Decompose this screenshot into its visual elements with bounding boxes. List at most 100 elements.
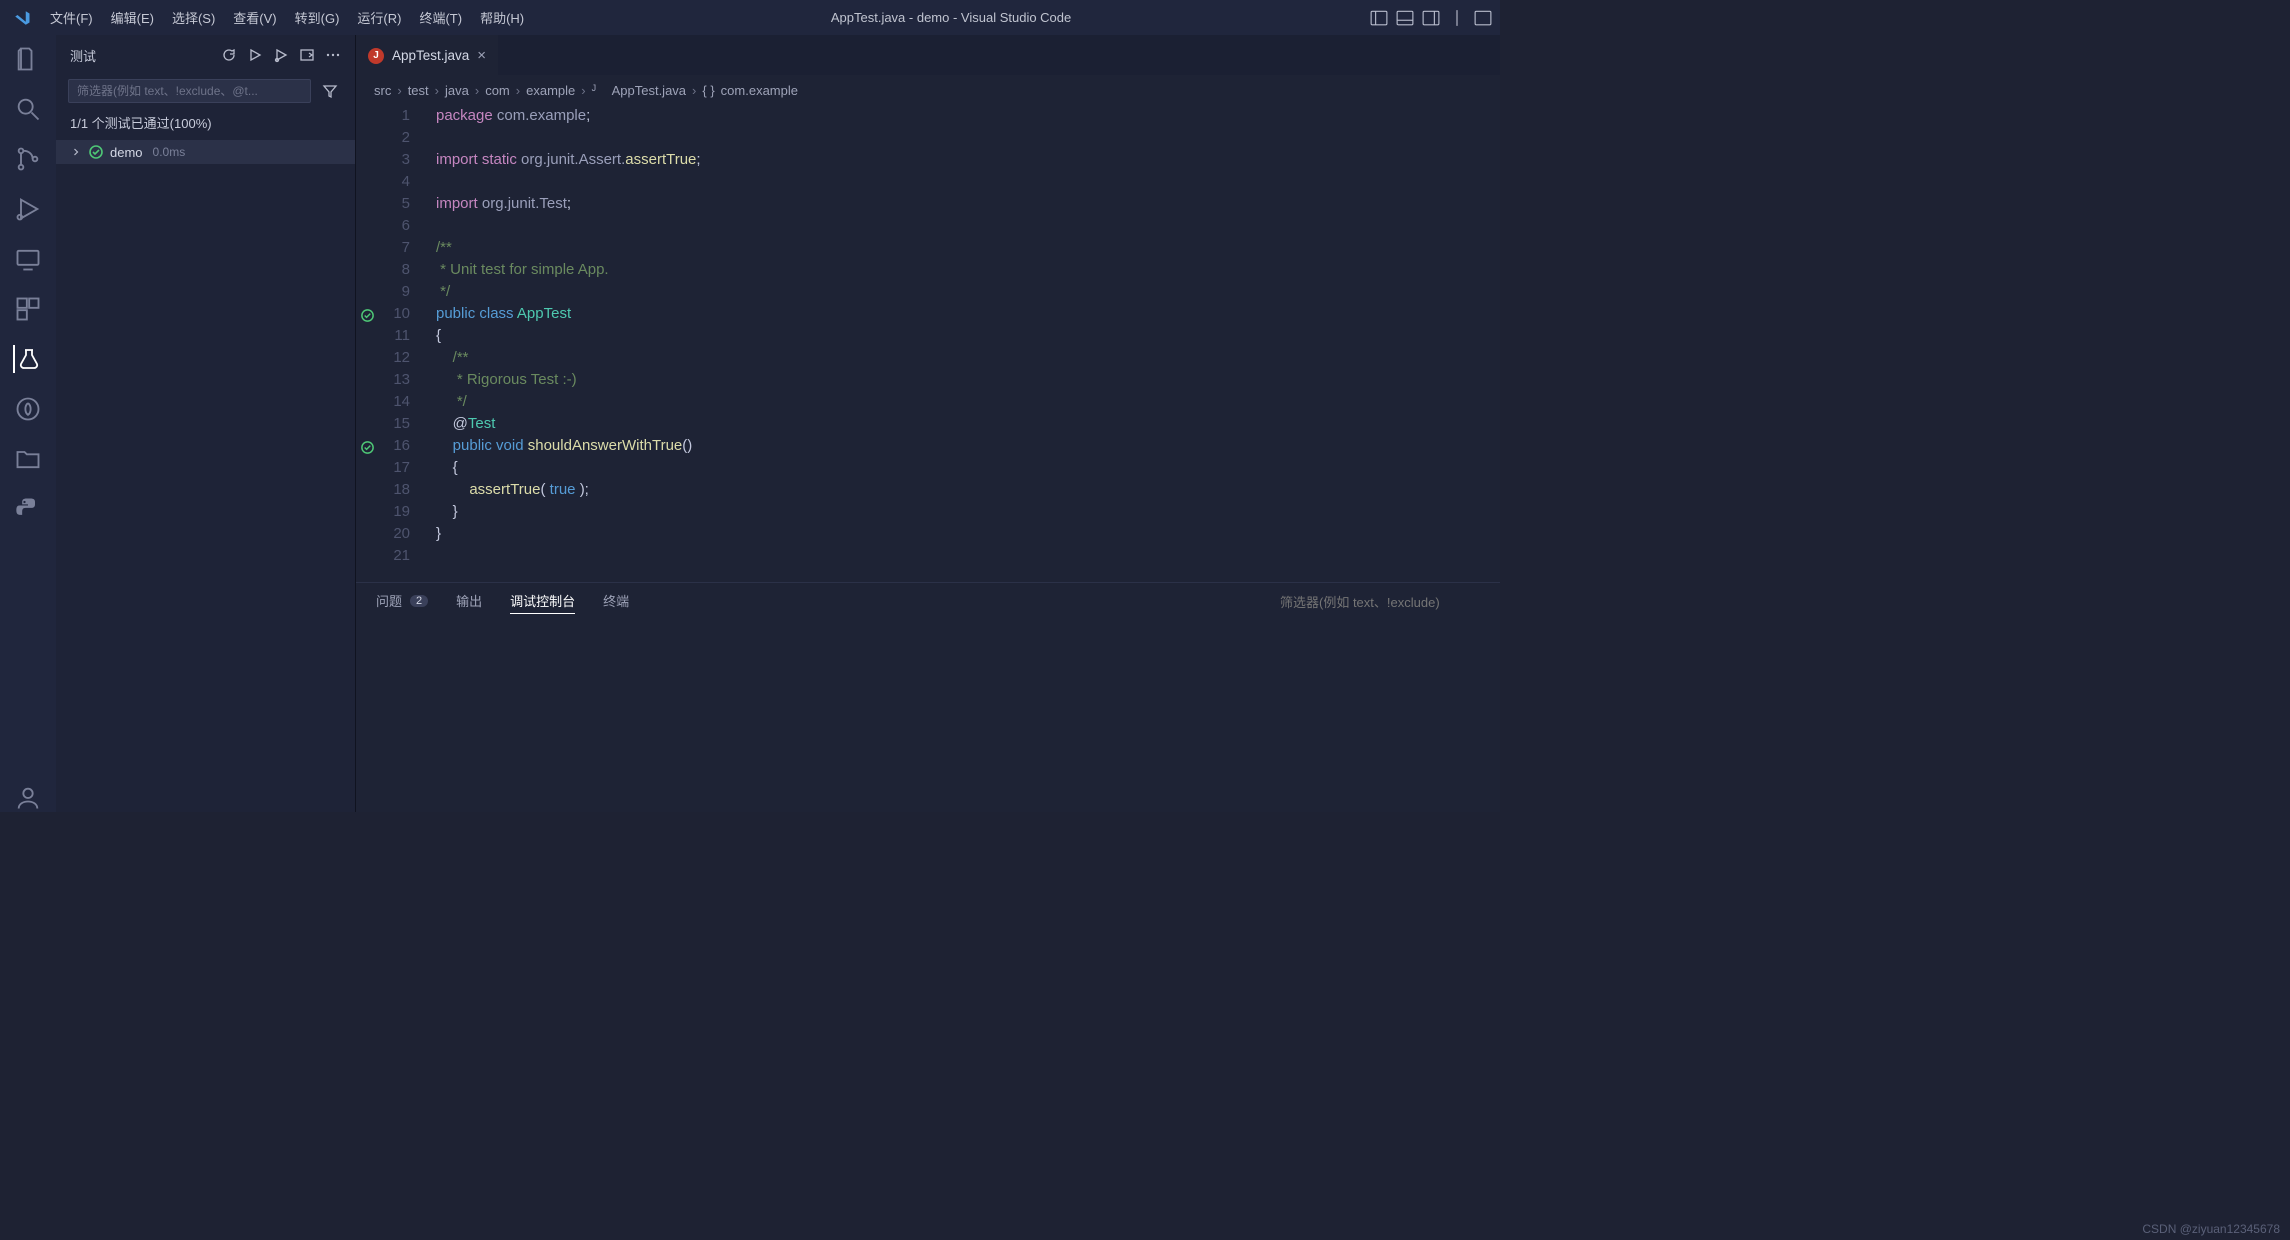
java-file-icon: J xyxy=(592,83,606,97)
gutter-glyph[interactable] xyxy=(356,392,378,414)
code-line[interactable]: { xyxy=(436,325,1500,347)
show-output-icon[interactable] xyxy=(299,47,315,63)
gutter-glyph[interactable] xyxy=(356,216,378,238)
breadcrumb-item[interactable]: test xyxy=(408,83,429,98)
gutter-glyph[interactable] xyxy=(356,480,378,502)
code-line[interactable]: package com.example; xyxy=(436,105,1500,127)
run-debug-icon[interactable] xyxy=(14,195,42,223)
line-number: 3 xyxy=(378,149,410,171)
panel-tab[interactable]: 输出 xyxy=(456,591,482,613)
folder-icon[interactable] xyxy=(14,445,42,473)
tab-apptest[interactable]: J AppTest.java × xyxy=(356,35,498,75)
menu-item[interactable]: 转到(G) xyxy=(287,4,348,31)
testing-icon[interactable] xyxy=(13,345,41,373)
run-all-icon[interactable] xyxy=(247,47,263,63)
gutter-glyph[interactable] xyxy=(356,414,378,436)
code-line[interactable]: * Unit test for simple App. xyxy=(436,259,1500,281)
close-icon[interactable]: × xyxy=(477,47,486,64)
gutter-glyph[interactable] xyxy=(356,172,378,194)
python-icon[interactable] xyxy=(14,495,42,523)
gutter-glyph[interactable] xyxy=(356,150,378,172)
code-line[interactable]: assertTrue( true ); xyxy=(436,479,1500,501)
code-line[interactable]: } xyxy=(436,501,1500,523)
code-line[interactable]: { xyxy=(436,457,1500,479)
gutter-glyph[interactable] xyxy=(356,194,378,216)
source-control-icon[interactable] xyxy=(14,145,42,173)
menu-item[interactable]: 查看(V) xyxy=(225,4,284,31)
test-name: demo xyxy=(110,145,143,160)
gutter-glyph[interactable] xyxy=(356,260,378,282)
more-icon[interactable] xyxy=(325,47,341,63)
split-icon[interactable] xyxy=(1448,9,1466,27)
code-line[interactable]: public void shouldAnswerWithTrue() xyxy=(436,435,1500,457)
chevron-right-icon: › xyxy=(692,83,696,98)
line-number: 8 xyxy=(378,259,410,281)
code-line[interactable]: /** xyxy=(436,347,1500,369)
panel-bottom-icon[interactable] xyxy=(1396,9,1414,27)
gutter-glyph[interactable] xyxy=(356,128,378,150)
code-line[interactable]: */ xyxy=(436,281,1500,303)
panel-tab[interactable]: 终端 xyxy=(603,591,629,613)
menu-item[interactable]: 编辑(E) xyxy=(103,4,162,31)
menu-item[interactable]: 帮助(H) xyxy=(472,4,532,31)
gutter-glyph[interactable] xyxy=(356,326,378,348)
gutter-glyph[interactable] xyxy=(356,370,378,392)
refresh-icon[interactable] xyxy=(221,47,237,63)
remote-icon[interactable] xyxy=(14,245,42,273)
debug-all-icon[interactable] xyxy=(273,47,289,63)
menu-item[interactable]: 运行(R) xyxy=(349,4,409,31)
gutter-glyph[interactable] xyxy=(356,458,378,480)
panel-left-icon[interactable] xyxy=(1370,9,1388,27)
code-line[interactable]: } xyxy=(436,523,1500,545)
search-icon[interactable] xyxy=(14,95,42,123)
code-line[interactable]: /** xyxy=(436,237,1500,259)
test-tree-item[interactable]: demo 0.0ms xyxy=(56,140,355,164)
test-filter-input[interactable] xyxy=(68,79,311,103)
breadcrumbs[interactable]: src›test›java›com›example›JAppTest.java›… xyxy=(356,75,1500,105)
gutter-glyph[interactable] xyxy=(356,436,378,458)
code-line[interactable]: */ xyxy=(436,391,1500,413)
spring-icon[interactable] xyxy=(14,395,42,423)
explorer-icon[interactable] xyxy=(14,45,42,73)
gutter-glyph[interactable] xyxy=(356,304,378,326)
code-editor[interactable]: 123456789101112131415161718192021 packag… xyxy=(356,105,1500,582)
panel-right-icon[interactable] xyxy=(1422,9,1440,27)
layout-icon[interactable] xyxy=(1474,9,1492,27)
gutter-glyph[interactable] xyxy=(356,348,378,370)
code-line[interactable]: import org.junit.Test; xyxy=(436,193,1500,215)
breadcrumb-item[interactable]: com xyxy=(485,83,510,98)
code-line[interactable] xyxy=(436,545,1500,567)
code-line[interactable]: import static org.junit.Assert.assertTru… xyxy=(436,149,1500,171)
menu-item[interactable]: 终端(T) xyxy=(411,4,470,31)
code-line[interactable]: public class AppTest xyxy=(436,303,1500,325)
code-line[interactable]: @Test xyxy=(436,413,1500,435)
code-line[interactable]: * Rigorous Test :-) xyxy=(436,369,1500,391)
breadcrumb-item[interactable]: src xyxy=(374,83,391,98)
code-line[interactable] xyxy=(436,171,1500,193)
filter-icon[interactable] xyxy=(317,78,343,104)
panel-body[interactable] xyxy=(356,621,1500,812)
menu-item[interactable]: 选择(S) xyxy=(164,4,223,31)
line-number: 16 xyxy=(378,435,410,457)
bottom-panel: 问题2 输出 调试控制台 终端 xyxy=(356,582,1500,812)
menu-item[interactable]: 文件(F) xyxy=(42,4,101,31)
chevron-right-icon: › xyxy=(516,83,520,98)
vscode-logo-icon xyxy=(8,9,36,27)
gutter-glyph[interactable] xyxy=(356,106,378,128)
extensions-icon[interactable] xyxy=(14,295,42,323)
panel-tab[interactable]: 调试控制台 xyxy=(510,591,575,614)
gutter-glyph[interactable] xyxy=(356,238,378,260)
panel-filter-input[interactable] xyxy=(1280,595,1480,610)
account-icon[interactable] xyxy=(14,784,42,812)
breadcrumb-item[interactable]: com.example xyxy=(721,83,798,98)
gutter-glyph[interactable] xyxy=(356,502,378,524)
gutter-glyph[interactable] xyxy=(356,546,378,568)
breadcrumb-item[interactable]: AppTest.java xyxy=(612,83,686,98)
code-line[interactable] xyxy=(436,215,1500,237)
gutter-glyph[interactable] xyxy=(356,282,378,304)
breadcrumb-item[interactable]: java xyxy=(445,83,469,98)
gutter-glyph[interactable] xyxy=(356,524,378,546)
breadcrumb-item[interactable]: example xyxy=(526,83,575,98)
panel-tab[interactable]: 问题2 xyxy=(376,591,428,613)
code-line[interactable] xyxy=(436,127,1500,149)
